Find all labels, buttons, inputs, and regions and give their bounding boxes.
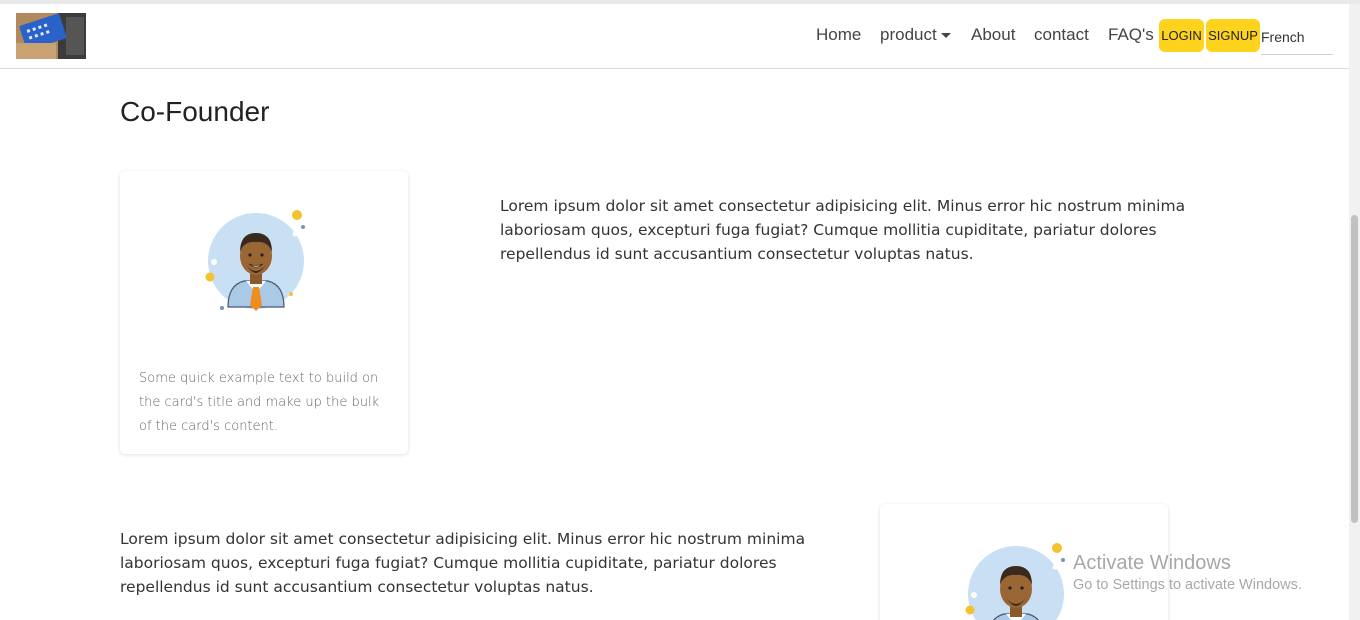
avatar-icon <box>965 543 1065 620</box>
nav-home[interactable]: Home <box>816 25 861 45</box>
navbar: Home product About contact FAQ's LOGIN S… <box>0 4 1349 69</box>
nav-about[interactable]: About <box>971 25 1015 45</box>
cofounder-card: Some quick example text to build on the … <box>120 171 408 454</box>
chevron-down-icon <box>940 33 951 39</box>
login-button[interactable]: LOGIN <box>1159 19 1204 52</box>
nav-faq[interactable]: FAQ's <box>1108 25 1154 45</box>
page-scrollbar[interactable] <box>1349 4 1360 620</box>
second-description: Lorem ipsum dolor sit amet consectetur a… <box>120 530 806 596</box>
watermark-title: Activate Windows <box>1073 552 1231 574</box>
windows-activation-watermark: Activate Windows Go to Settings to activ… <box>1073 552 1302 593</box>
language-select[interactable]: French <box>1261 21 1333 55</box>
card-text: Some quick example text to build on the … <box>139 371 380 434</box>
nav-product-label: product <box>880 25 937 44</box>
nav-product-dropdown[interactable]: product <box>880 25 951 45</box>
scrollbar-thumb[interactable] <box>1351 215 1358 523</box>
signup-button[interactable]: SIGNUP <box>1206 19 1260 52</box>
logo-image[interactable] <box>16 13 86 59</box>
cofounder-description: Lorem ipsum dolor sit amet consectetur a… <box>500 197 1186 263</box>
nav-contact[interactable]: contact <box>1034 25 1089 45</box>
watermark-subtitle: Go to Settings to activate Windows. <box>1073 577 1302 593</box>
avatar-icon <box>205 210 305 311</box>
page-title: Co-Founder <box>120 96 270 127</box>
